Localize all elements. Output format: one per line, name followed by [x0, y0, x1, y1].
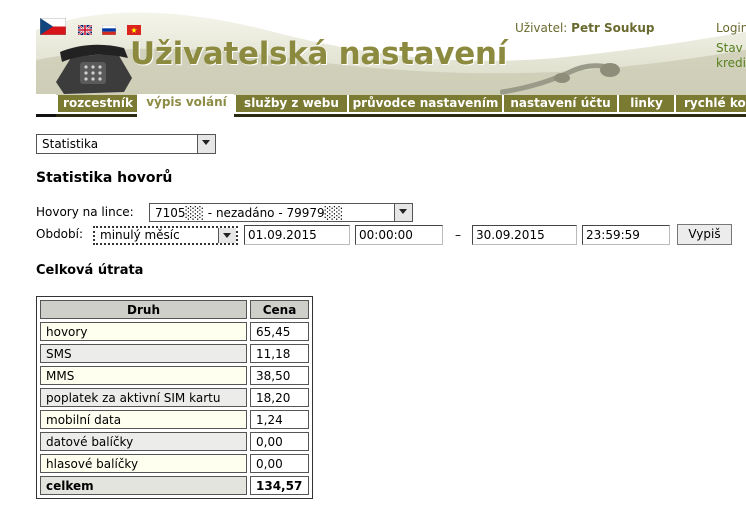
row-value: 65,45	[250, 322, 309, 341]
user-info: Uživatel: Petr Soukup	[515, 21, 654, 35]
tab-nastaveni-uctu[interactable]: nastavení účtu	[502, 95, 617, 112]
report-type-value: Statistika	[42, 137, 99, 151]
date-from-input[interactable]: 01.09.2015	[244, 225, 350, 245]
row-value: 11,18	[250, 344, 309, 363]
row-name: datové balíčky	[40, 432, 247, 451]
period-select-value: minulý měsíc	[100, 228, 180, 242]
row-name: SMS	[40, 344, 247, 363]
table-total-row: celkem 134,57	[40, 476, 309, 495]
table-row: hovory 65,45	[40, 322, 309, 341]
row-value: 38,50	[250, 366, 309, 385]
table-row: hlasové balíčky 0,00	[40, 454, 309, 473]
date-to-input[interactable]: 30.09.2015	[472, 225, 577, 245]
page-header-title: Uživatelská nastavení	[130, 36, 508, 72]
range-dash: –	[455, 228, 461, 242]
russian-flag[interactable]	[102, 25, 116, 35]
credit-status-link[interactable]: Stav kredi	[716, 41, 746, 71]
chevron-down-icon[interactable]	[394, 204, 412, 221]
uk-flag[interactable]	[78, 25, 92, 35]
tab-rozcestnik[interactable]: rozcestník	[56, 95, 138, 112]
section-title: Celková útrata	[36, 263, 144, 278]
credit-status-line2: kredi	[716, 56, 746, 70]
table-row: SMS 11,18	[40, 344, 309, 363]
line-label: Hovory na lince:	[36, 205, 134, 219]
time-from-input[interactable]: 00:00:00	[355, 225, 443, 245]
line-select-value: 7105░░ - nezadáno - 79979░░	[155, 206, 344, 220]
login-link[interactable]: Login	[716, 21, 746, 35]
handset-icon	[500, 63, 620, 95]
chevron-down-icon[interactable]	[218, 228, 236, 243]
total-value: 134,57	[250, 476, 309, 495]
vietnam-flag[interactable]	[127, 25, 141, 35]
phone-icon	[56, 44, 132, 94]
tab-vypis-volani[interactable]: výpis volání	[137, 94, 234, 117]
row-value: 0,00	[250, 454, 309, 473]
tab-sluzby-z-webu[interactable]: služby z webu	[234, 95, 347, 112]
cost-table: Druh Cena hovory 65,45 SMS 11,18 MMS 38,…	[36, 296, 313, 499]
line-select[interactable]: 7105░░ - nezadáno - 79979░░	[149, 203, 413, 222]
table-row: mobilní data 1,24	[40, 410, 309, 429]
time-to-input[interactable]: 23:59:59	[582, 225, 670, 245]
row-value: 18,20	[250, 388, 309, 407]
period-select[interactable]: minulý měsíc	[93, 226, 238, 245]
tab-rychle-kontakty[interactable]: rychlé kon	[674, 95, 746, 112]
row-name: hlasové balíčky	[40, 454, 247, 473]
row-value: 0,00	[250, 432, 309, 451]
row-value: 1,24	[250, 410, 309, 429]
user-name: Petr Soukup	[571, 21, 655, 35]
row-name: poplatek za aktivní SIM kartu	[40, 388, 247, 407]
page-title: Statistika hovorů	[36, 170, 173, 186]
table-row: MMS 38,50	[40, 366, 309, 385]
period-label: Období:	[36, 227, 84, 241]
tab-pruvodce-nastavenim[interactable]: průvodce nastavením	[347, 95, 502, 112]
submit-button[interactable]: Vypiš	[677, 224, 732, 245]
user-label: Uživatel:	[515, 21, 568, 35]
row-name: hovory	[40, 322, 247, 341]
main-tabs: rozcestník výpis volání služby z webu pr…	[36, 94, 746, 117]
report-type-select[interactable]: Statistika	[36, 134, 216, 154]
credit-status-line1: Stav	[716, 41, 743, 55]
tab-linky[interactable]: linky	[617, 95, 674, 112]
czech-flag[interactable]	[40, 18, 66, 35]
column-header-cena: Cena	[250, 300, 309, 319]
table-row: datové balíčky 0,00	[40, 432, 309, 451]
table-row: poplatek za aktivní SIM kartu 18,20	[40, 388, 309, 407]
row-name: mobilní data	[40, 410, 247, 429]
total-name: celkem	[40, 476, 247, 495]
row-name: MMS	[40, 366, 247, 385]
chevron-down-icon[interactable]	[197, 135, 215, 153]
column-header-druh: Druh	[40, 300, 247, 319]
